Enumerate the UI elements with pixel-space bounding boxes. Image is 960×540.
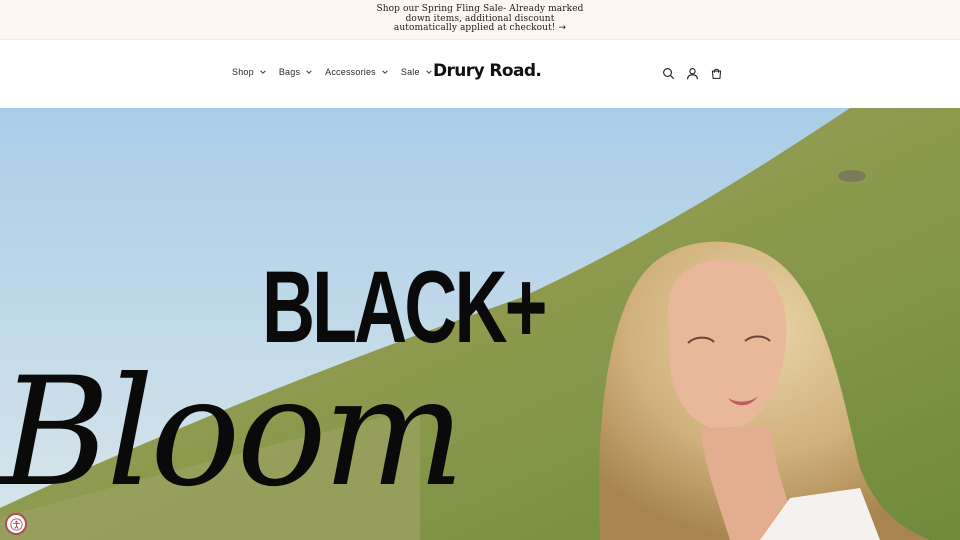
arrow-right-icon: → (558, 23, 567, 34)
hero-banner[interactable]: BLACK+ Bloom (0, 108, 960, 540)
main-nav: Shop Bags Accessories Sale (232, 67, 433, 77)
search-button[interactable] (661, 66, 676, 81)
nav-item-accessories[interactable]: Accessories (325, 67, 389, 77)
nav-item-label: Accessories (325, 67, 376, 77)
nav-item-shop[interactable]: Shop (232, 67, 267, 77)
accessibility-button[interactable] (5, 513, 27, 535)
announcement-bar: Shop our Spring Fling Sale- Already mark… (0, 0, 960, 40)
nav-item-label: Sale (400, 67, 420, 77)
nav-item-bags[interactable]: Bags (279, 67, 313, 77)
cart-button[interactable] (709, 66, 724, 81)
search-icon (663, 68, 675, 80)
chevron-down-icon (306, 70, 312, 74)
site-header: Shop Bags Accessories Sale Drury Road. (0, 40, 960, 108)
chevron-down-icon (260, 70, 266, 74)
account-icon (687, 68, 698, 80)
cart-icon (711, 68, 722, 79)
nav-item-label: Shop (232, 67, 254, 77)
account-button[interactable] (685, 66, 700, 81)
chevron-down-icon (425, 70, 432, 74)
announcement-link[interactable]: Shop our Spring Fling Sale- Already mark… (375, 5, 585, 34)
accessibility-icon (9, 517, 23, 531)
site-logo[interactable]: Drury Road. (433, 61, 542, 81)
hero-headline: BLACK+ (262, 250, 547, 364)
chevron-down-icon (382, 70, 388, 74)
nav-item-sale[interactable]: Sale (401, 67, 433, 77)
hero-script-text: Bloom (0, 346, 465, 520)
announcement-text: Shop our Spring Fling Sale- Already mark… (376, 4, 584, 34)
nav-item-label: Bags (278, 67, 301, 77)
header-icons (661, 66, 724, 81)
